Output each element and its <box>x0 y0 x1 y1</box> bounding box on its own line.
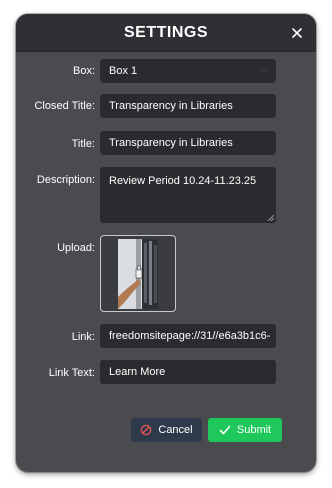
chevron-down-icon <box>260 68 268 74</box>
cancel-button[interactable]: Cancel <box>131 418 202 442</box>
closed-title-value: Transparency in Libraries <box>109 100 233 112</box>
description-textarea[interactable]: Review Period 10.24-11.23.25 <box>100 167 276 223</box>
box-select[interactable]: Box 1 <box>100 59 276 83</box>
resize-handle-icon[interactable] <box>267 214 274 221</box>
submit-button-label: Submit <box>236 424 272 436</box>
link-text-value: Learn More <box>109 366 166 378</box>
upload-thumbnail-image <box>118 238 158 309</box>
cancel-icon <box>141 424 152 436</box>
close-icon[interactable] <box>290 26 304 40</box>
link-text-label: Link Text: <box>48 367 95 379</box>
link-input[interactable]: freedomsitepage://31//e6a3b1c6- <box>100 324 276 348</box>
dialog-header: SETTINGS <box>16 14 316 52</box>
link-value: freedomsitepage://31//e6a3b1c6- <box>109 330 271 342</box>
description-label: Description: <box>36 174 95 186</box>
title-value: Transparency in Libraries <box>109 137 233 149</box>
submit-button[interactable]: Submit <box>208 418 282 442</box>
dialog-title: SETTINGS <box>123 24 208 41</box>
description-value: Review Period 10.24-11.23.25 <box>109 175 257 187</box>
upload-label: Upload: <box>57 242 95 254</box>
link-text-input[interactable]: Learn More <box>100 360 276 384</box>
link-label: Link: <box>71 331 95 343</box>
closed-title-input[interactable]: Transparency in Libraries <box>100 94 276 118</box>
title-label: Title: <box>71 138 95 150</box>
check-icon <box>219 425 231 435</box>
title-input[interactable]: Transparency in Libraries <box>100 131 276 155</box>
box-label: Box: <box>72 65 95 77</box>
box-select-value: Box 1 <box>109 65 138 77</box>
closed-title-label: Closed Title: <box>34 100 95 112</box>
settings-dialog: SETTINGS Box: Box 1 Closed Title: Transp… <box>16 14 316 472</box>
cancel-button-label: Cancel <box>158 424 193 436</box>
upload-dropzone[interactable] <box>100 235 176 312</box>
